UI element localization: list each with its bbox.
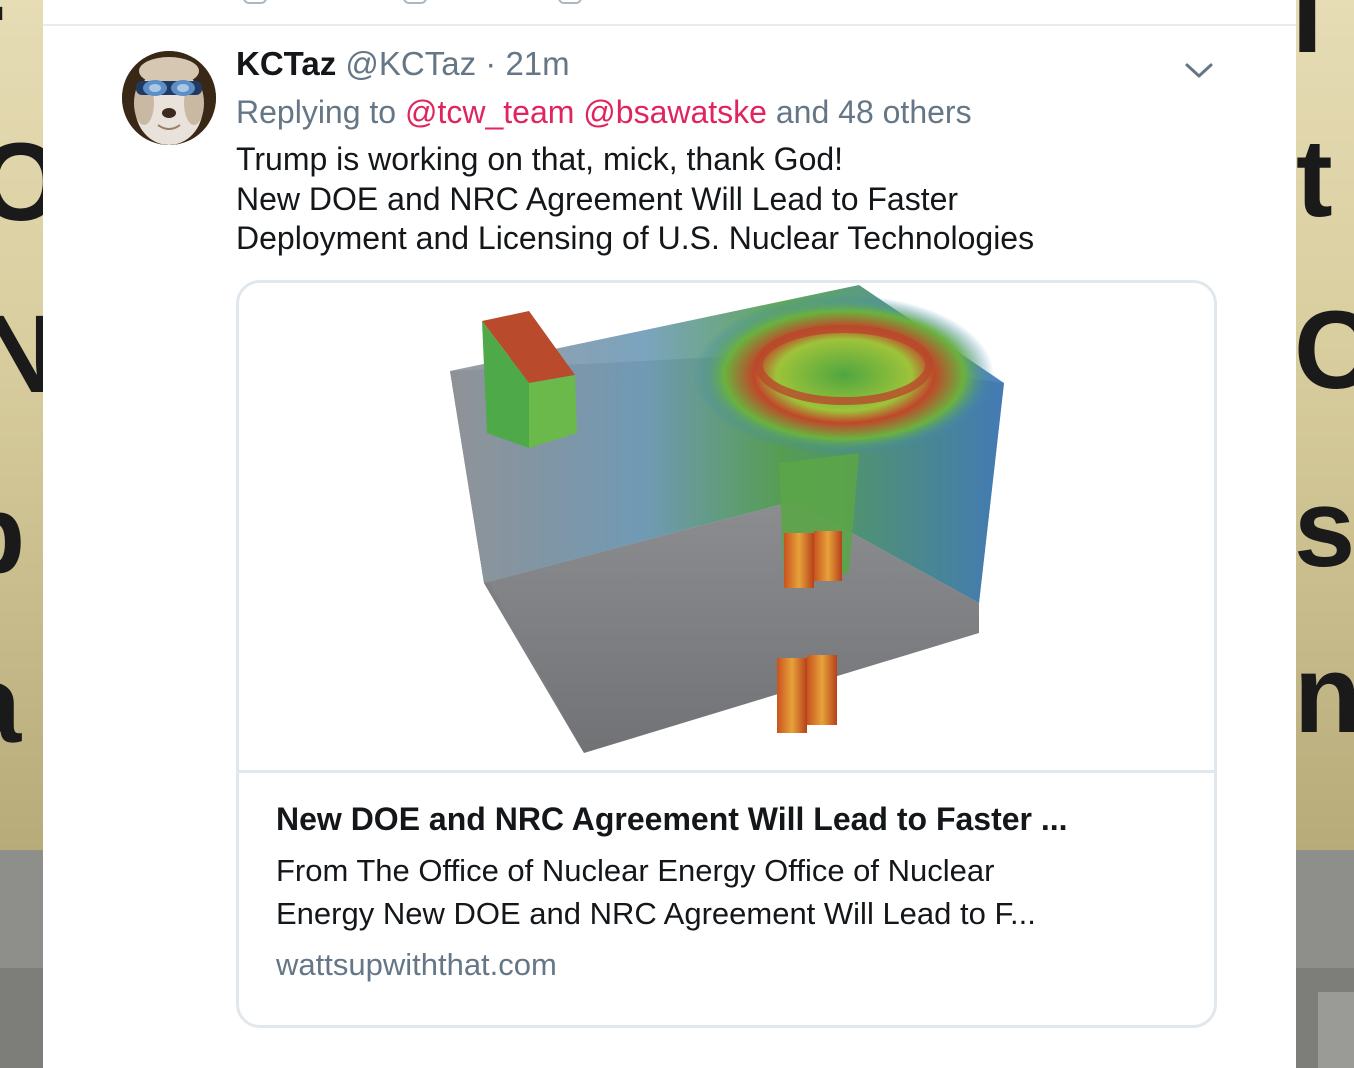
tweet-text-line: New DOE and NRC Agreement Will Lead to F… <box>236 180 959 217</box>
link-preview-card[interactable]: New DOE and NRC Agreement Will Lead to F… <box>236 280 1217 1028</box>
user-handle[interactable]: @KCTaz <box>345 45 476 82</box>
background-glyph: s <box>1294 467 1354 590</box>
link-description-line: Energy New DOE and NRC Agreement Will Le… <box>276 896 1036 931</box>
reply-icon[interactable] <box>243 0 267 4</box>
mention-link[interactable]: @tcw_team <box>405 94 574 130</box>
timestamp[interactable]: 21m <box>505 45 569 82</box>
tweet-text-line: Trump is working on that, mick, thank Go… <box>236 141 844 177</box>
background-glyph: n <box>1294 633 1354 756</box>
link-preview-text: New DOE and NRC Agreement Will Lead to F… <box>276 799 1184 985</box>
background-glyph: C <box>1294 289 1354 412</box>
link-description: From The Office of Nuclear Energy Office… <box>276 849 1184 935</box>
tweet-header: KCTaz @KCTaz · 21m <box>236 44 570 84</box>
background-glyph: - <box>0 0 7 60</box>
link-domain[interactable]: wattsupwiththat.com <box>276 945 1184 985</box>
replying-to-label: Replying to <box>236 94 397 130</box>
retweet-icon[interactable] <box>403 0 427 4</box>
display-name[interactable]: KCTaz <box>236 45 336 82</box>
tweet-text: Trump is working on that, mick, thank Go… <box>236 140 1196 259</box>
background-glyph: a <box>0 650 21 760</box>
tweet-panel: KCTaz @KCTaz · 21m Replying to @tcw_team… <box>43 0 1296 1068</box>
background-glyph: b <box>0 480 25 590</box>
link-preview-image[interactable] <box>239 283 1214 773</box>
previous-tweet-actions <box>43 0 1296 26</box>
chevron-down-icon[interactable] <box>1183 56 1215 84</box>
background-right-strip: I t C s n <box>1292 0 1354 850</box>
others-link[interactable]: and 48 others <box>776 94 972 130</box>
tweet-text-line: Deployment and Licensing of U.S. Nuclear… <box>236 220 1035 256</box>
avatar[interactable] <box>122 51 216 145</box>
background-glyph: I <box>1292 0 1323 76</box>
mention-link[interactable]: @bsawatske <box>583 94 767 130</box>
background-glyph: t <box>1296 117 1333 240</box>
separator-dot: · <box>485 45 497 82</box>
link-description-line: From The Office of Nuclear Energy Office… <box>276 853 995 888</box>
reactor-simulation-image <box>450 285 1004 753</box>
background-bottom-box <box>1318 992 1354 1068</box>
replying-to-line: Replying to @tcw_team @bsawatske and 48 … <box>236 92 972 132</box>
like-icon[interactable] <box>558 0 582 4</box>
link-title[interactable]: New DOE and NRC Agreement Will Lead to F… <box>276 799 1184 839</box>
avatar-dog-image <box>122 51 216 145</box>
